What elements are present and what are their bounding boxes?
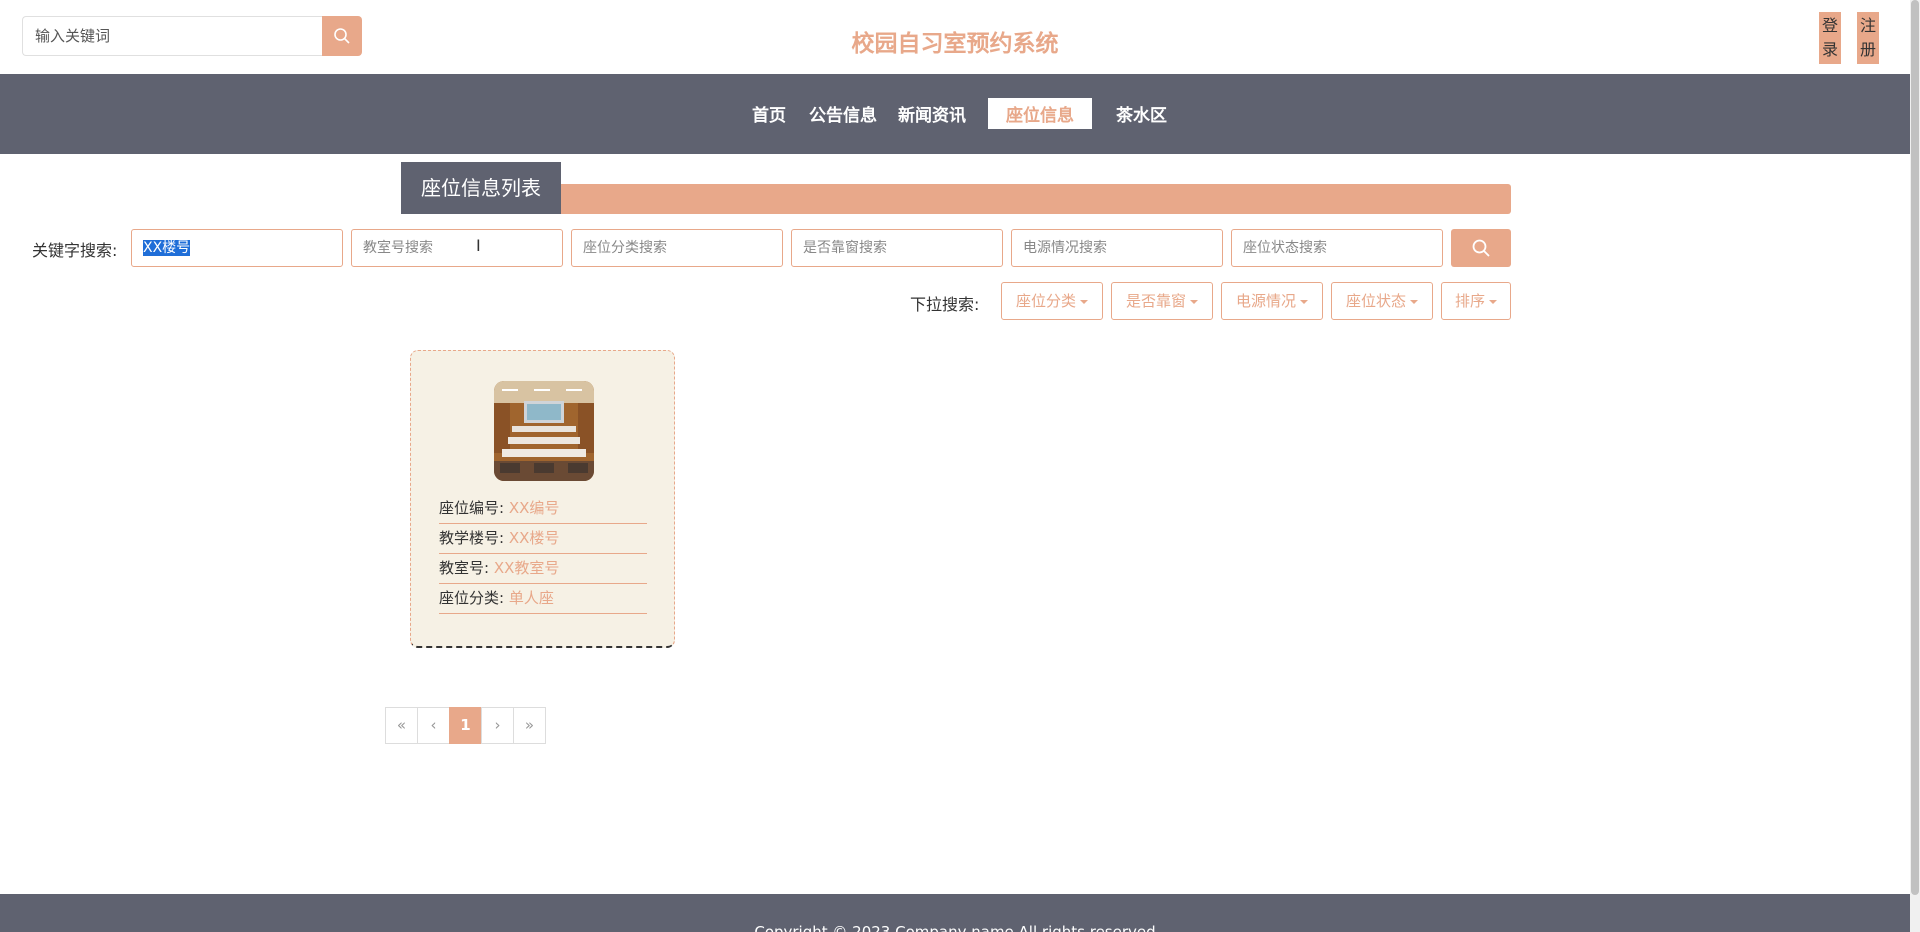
classroom-image xyxy=(494,381,594,481)
nav-item-news[interactable]: 新闻资讯 xyxy=(898,101,966,126)
field-value: XX编号 xyxy=(508,499,560,517)
section-bar xyxy=(555,184,1511,214)
dropdown-label: 排序 xyxy=(1454,292,1485,310)
seat-category-search-input[interactable]: 座位分类搜索 xyxy=(571,229,783,267)
field-label: 座位分类 xyxy=(439,589,500,607)
nav-item-home[interactable]: 首页 xyxy=(752,101,786,126)
footer-copyright: Copyright © 2023 Company name All rights… xyxy=(754,923,1156,932)
caret-down-icon xyxy=(1080,299,1088,304)
search-icon xyxy=(1472,239,1490,257)
field-value: 单人座 xyxy=(508,589,554,607)
sort-dropdown[interactable]: 排序 xyxy=(1441,282,1511,320)
power-dropdown[interactable]: 电源情况 xyxy=(1221,282,1323,320)
nav-item-tea-area[interactable]: 茶水区 xyxy=(1116,101,1167,126)
caret-down-icon xyxy=(1489,299,1497,304)
field-label: 教室号 xyxy=(439,559,485,577)
field-value: XX楼号 xyxy=(508,529,560,547)
field-value: XX教室号 xyxy=(493,559,560,577)
caret-down-icon xyxy=(1300,299,1308,304)
building-number-row: 教学楼号: XX楼号 xyxy=(439,525,647,554)
pagination: « ‹ 1 › » xyxy=(385,707,546,744)
field-label: 座位编号 xyxy=(439,499,500,517)
page-current-button[interactable]: 1 xyxy=(449,707,482,744)
section-title: 座位信息列表 xyxy=(401,162,561,214)
dropdown-label: 电源情况 xyxy=(1235,292,1296,310)
main-nav: 首页 公告信息 新闻资讯 座位信息 茶水区 xyxy=(0,74,1910,154)
caret-down-icon xyxy=(1410,299,1418,304)
seat-status-search-input[interactable]: 座位状态搜索 xyxy=(1231,229,1443,267)
dropdown-search-label: 下拉搜索: xyxy=(910,295,980,314)
building-search-value: XX楼号 xyxy=(143,240,191,256)
seat-category-row: 座位分类: 单人座 xyxy=(439,585,647,614)
top-bar: 输入关键词 校园自习室预约系统 登录 注册 xyxy=(0,0,1910,74)
window-search-input[interactable]: 是否靠窗搜索 xyxy=(791,229,1003,267)
caret-down-icon xyxy=(1190,299,1198,304)
dropdown-label: 是否靠窗 xyxy=(1125,292,1186,310)
keyword-search-label: 关键字搜索: xyxy=(32,241,118,260)
page-first-button[interactable]: « xyxy=(385,707,418,744)
power-search-input[interactable]: 电源情况搜索 xyxy=(1011,229,1223,267)
footer: Copyright © 2023 Company name All rights… xyxy=(0,894,1910,932)
text-cursor-icon: I xyxy=(476,236,481,255)
page-next-button[interactable]: › xyxy=(481,707,514,744)
field-label: 教学楼号 xyxy=(439,529,500,547)
window-dropdown[interactable]: 是否靠窗 xyxy=(1111,282,1213,320)
page-scrollbar[interactable] xyxy=(1910,0,1920,932)
scrollbar-thumb[interactable] xyxy=(1911,0,1919,895)
seat-status-dropdown[interactable]: 座位状态 xyxy=(1331,282,1433,320)
seat-number-row: 座位编号: XX编号 xyxy=(439,495,647,524)
seat-card[interactable]: 座位编号: XX编号 教学楼号: XX楼号 教室号: XX教室号 座位分类: 单… xyxy=(410,350,675,648)
page-prev-button[interactable]: ‹ xyxy=(417,707,450,744)
building-search-input[interactable]: XX楼号 xyxy=(131,229,343,267)
nav-item-seats[interactable]: 座位信息 xyxy=(988,98,1092,129)
site-title: 校园自习室预约系统 xyxy=(851,31,1059,57)
login-button[interactable]: 登录 xyxy=(1819,12,1841,64)
page-last-button[interactable]: » xyxy=(513,707,546,744)
register-button[interactable]: 注册 xyxy=(1857,12,1879,64)
nav-item-announcements[interactable]: 公告信息 xyxy=(809,101,877,126)
keyword-search-button[interactable] xyxy=(1451,229,1511,267)
dropdown-label: 座位分类 xyxy=(1015,292,1076,310)
classroom-number-row: 教室号: XX教室号 xyxy=(439,555,647,584)
dropdown-label: 座位状态 xyxy=(1345,292,1406,310)
classroom-search-input[interactable]: 教室号搜索 xyxy=(351,229,563,267)
seat-category-dropdown[interactable]: 座位分类 xyxy=(1001,282,1103,320)
